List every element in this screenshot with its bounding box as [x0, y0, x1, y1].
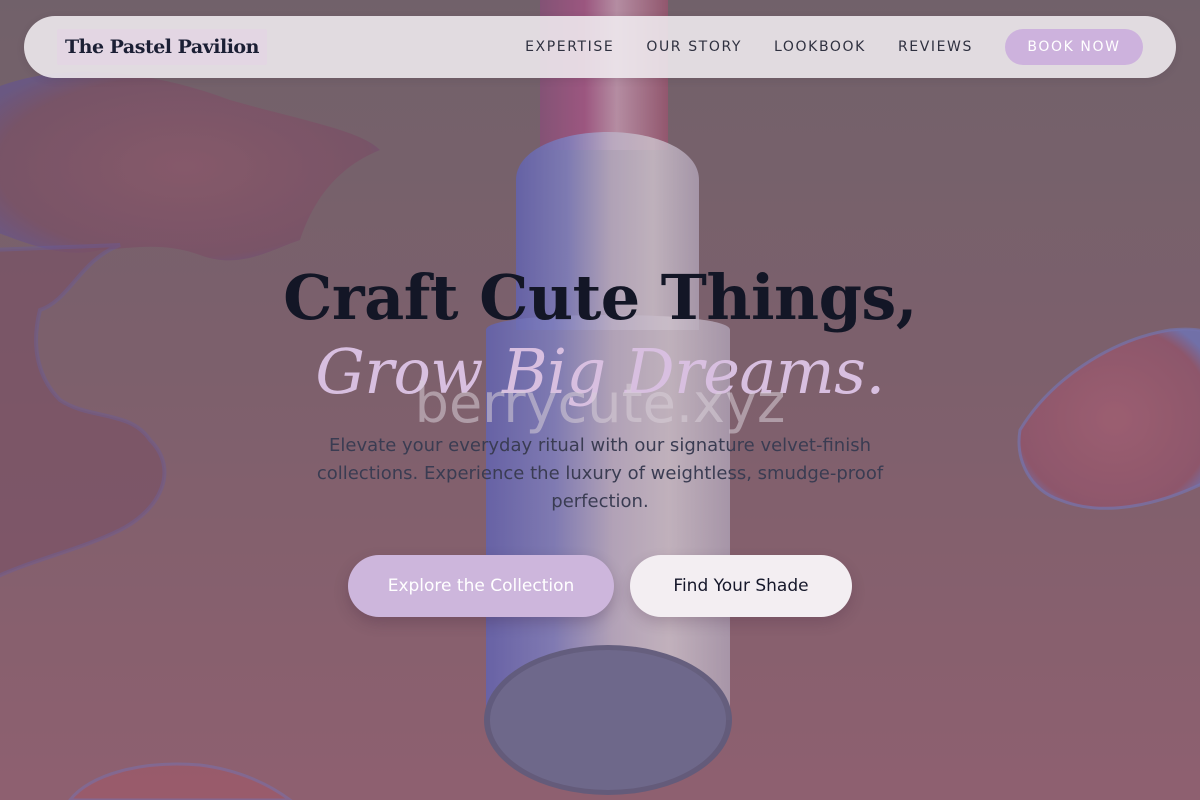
- top-navbar: The Pastel Pavilion EXPERTISE OUR STORY …: [24, 16, 1176, 78]
- hero-headline-line1: Craft Cute Things,: [283, 261, 917, 334]
- nav-link-reviews[interactable]: REVIEWS: [898, 39, 973, 55]
- brand-logo[interactable]: The Pastel Pavilion: [57, 29, 267, 65]
- explore-collection-button[interactable]: Explore the Collection: [348, 555, 614, 617]
- primary-nav: EXPERTISE OUR STORY LOOKBOOK REVIEWS BOO…: [525, 29, 1143, 65]
- find-your-shade-button[interactable]: Find Your Shade: [630, 555, 852, 617]
- watermark-text: berrycute.xyz: [414, 372, 786, 435]
- hero-subtext: Elevate your everyday ritual with our si…: [316, 435, 884, 512]
- book-now-button[interactable]: BOOK NOW: [1005, 29, 1143, 65]
- hero-section: Craft Cute Things, Grow Big Dreams. berr…: [0, 260, 1200, 617]
- nav-link-lookbook[interactable]: LOOKBOOK: [774, 39, 866, 55]
- hero-cta-row: Explore the Collection Find Your Shade: [0, 555, 1200, 617]
- nav-link-our-story[interactable]: OUR STORY: [646, 39, 742, 55]
- nav-link-expertise[interactable]: EXPERTISE: [525, 39, 614, 55]
